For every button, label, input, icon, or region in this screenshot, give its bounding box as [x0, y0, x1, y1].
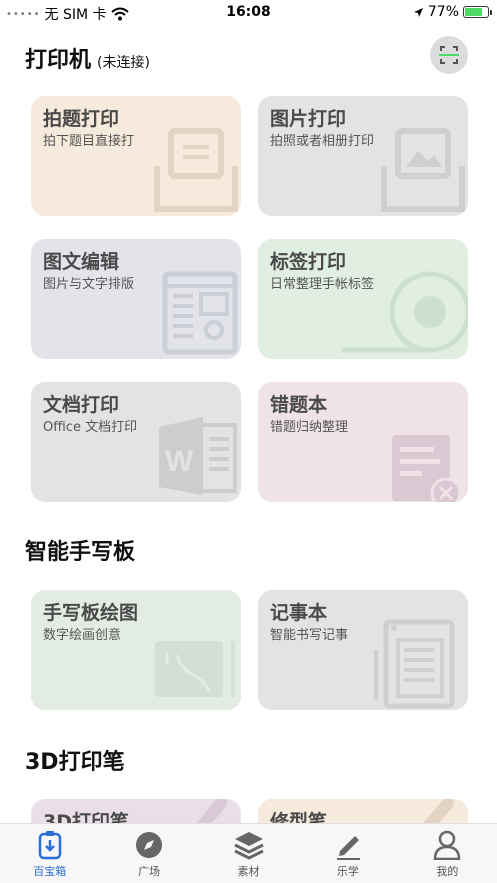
battery-percent: 77% [427, 4, 459, 20]
notepad-icon [374, 619, 455, 709]
user-icon [434, 830, 461, 860]
word-document-icon: W [159, 417, 237, 495]
layers-icon [233, 832, 264, 860]
card-desc: 智能书写记事 [270, 628, 349, 643]
card-photo-question-print[interactable]: 拍题打印 拍下题目直接打 [31, 96, 241, 216]
card-tablet-drawing[interactable]: 手写板绘图 数字绘画创意 [31, 590, 241, 710]
card-title: 图片打印 [270, 108, 347, 130]
battery-icon [463, 6, 492, 18]
tab-label: 素材 [237, 865, 260, 878]
printer-connection-status: (未连接) [97, 55, 150, 71]
tab-label: 百宝箱 [33, 865, 67, 878]
scan-button[interactable] [430, 36, 468, 74]
card-title: 拍题打印 [43, 108, 120, 130]
image-printer-icon [381, 128, 465, 212]
card-label-print[interactable]: 标签打印 日常整理手帐标签 [258, 239, 468, 359]
tab-label: 广场 [138, 865, 161, 878]
card-title: 标签打印 [270, 251, 347, 273]
status-bar: ••••• 无 SIM 卡 16:08 77% [0, 0, 497, 26]
svg-text:W: W [165, 445, 194, 478]
card-title: 手写板绘图 [43, 602, 139, 624]
card-desc: 拍照或者相册打印 [270, 134, 375, 149]
card-title: 记事本 [270, 602, 328, 624]
pen-icon [336, 836, 360, 860]
tab-materials[interactable]: 素材 [199, 824, 298, 883]
tab-mine[interactable]: 我的 [398, 824, 497, 883]
pen-section-title: 3D打印笔 [25, 750, 125, 775]
card-image-print[interactable]: 图片打印 拍照或者相册打印 [258, 96, 468, 216]
layout-icon [162, 271, 238, 355]
tab-label: 乐学 [336, 865, 359, 878]
card-desc: 数字绘画创意 [43, 628, 122, 643]
mistake-note-icon [392, 435, 462, 502]
battery-fill [465, 8, 482, 16]
location-icon [413, 7, 423, 17]
tab-learn[interactable]: 乐学 [298, 824, 397, 883]
tab-square[interactable]: 广场 [99, 824, 198, 883]
toolbox-icon [38, 831, 61, 860]
tab-label: 我的 [436, 865, 459, 878]
card-title: 图文编辑 [43, 251, 120, 273]
tape-roll-icon [342, 271, 468, 353]
card-desc: Office 文档打印 [43, 420, 138, 435]
card-graphic-edit[interactable]: 图文编辑 图片与文字排版 [31, 239, 241, 359]
card-notepad[interactable]: 记事本 智能书写记事 [258, 590, 468, 710]
tab-toolbox[interactable]: 百宝箱 [0, 824, 99, 883]
compass-icon [136, 832, 163, 858]
card-title: 文档打印 [43, 394, 120, 416]
scan-icon [439, 46, 459, 64]
printer-section-title: 打印机 (未连接) [25, 42, 150, 74]
printer-icon [154, 128, 238, 212]
status-right: 77% [413, 4, 492, 20]
card-desc: 拍下题目直接打 [43, 134, 135, 149]
printer-title: 打印机 [25, 48, 92, 73]
card-mistake-book[interactable]: 错题本 错题归纳整理 [258, 382, 468, 502]
card-title: 错题本 [270, 394, 328, 416]
drawing-tablet-icon [155, 641, 235, 697]
card-desc: 图片与文字排版 [43, 277, 135, 292]
tablet-section-title: 智能手写板 [25, 540, 136, 565]
card-desc: 错题归纳整理 [270, 420, 349, 435]
bottom-tab-bar: 百宝箱 广场 素材 乐学 我的 [0, 823, 497, 883]
card-document-print[interactable]: 文档打印 Office 文档打印 W [31, 382, 241, 502]
